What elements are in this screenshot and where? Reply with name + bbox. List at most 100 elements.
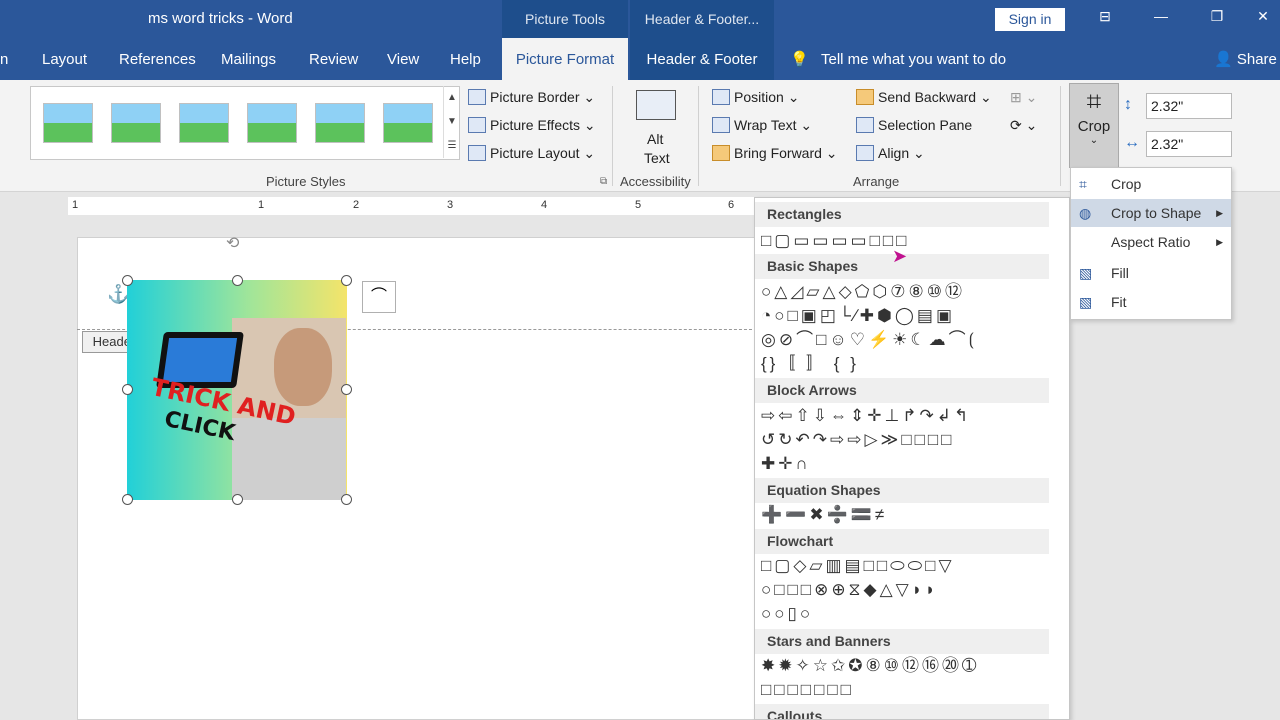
tab-mailings[interactable]: Mailings (221, 38, 276, 80)
shape-row-basic-1[interactable]: ○△◿▱△◇⬠⬡⑦⑧⑩⑫ (761, 281, 965, 303)
shape-row-flowchart-2[interactable]: ○□□□⊗⊕⧖◆△▽◗◗ (761, 579, 938, 601)
wrap-text-button[interactable]: Wrap Text ⌄ (712, 114, 812, 136)
horizontal-ruler[interactable]: 1 1 2 3 4 5 6 (68, 197, 758, 215)
shape-row-basic-3[interactable]: ◎⊘⌒□☺♡⚡☀☾☁⌒⟮ (761, 329, 977, 351)
menu-item-label: Crop to Shape (1111, 205, 1202, 221)
face (274, 328, 332, 406)
resize-handle[interactable] (341, 494, 352, 505)
tab-help[interactable]: Help (450, 38, 481, 80)
ribbon-tabs: n Layout References Mailings Review View… (0, 38, 1280, 80)
align-button[interactable]: Align ⌄ (856, 142, 925, 164)
picture-style-4[interactable] (247, 103, 297, 143)
shape-row-flowchart-3[interactable]: ○○▯○ (761, 603, 813, 625)
ruler-mark: 2 (353, 199, 360, 211)
gallery-up-icon[interactable]: ▲ (443, 86, 460, 110)
tab-insert-partial[interactable]: n (0, 38, 8, 80)
shape-row-flowchart-1[interactable]: □▢◇▱▥▤□□⬭⬭□▽ (761, 555, 955, 577)
shape-row-rectangles[interactable]: □▢▭▭▭▭□□□ (761, 230, 909, 252)
alt-text-label-2[interactable]: Text (644, 147, 670, 169)
group-label-arrange: Arrange (853, 174, 900, 189)
position-label: Position (734, 89, 784, 105)
rotate-icon[interactable]: ⟳ ⌄ (1010, 114, 1037, 136)
title-bar: ms word tricks - Word Picture Tools Head… (0, 0, 1280, 38)
picture-style-5[interactable] (315, 103, 365, 143)
shape-row-arrows-3[interactable]: ✚✛∩ (761, 453, 811, 475)
dialog-launcher-icon[interactable]: ⧉ (600, 176, 607, 187)
rotate-handle-icon[interactable]: ⟲ (226, 233, 239, 253)
picture-border-button[interactable]: Picture Border ⌄ (468, 86, 595, 108)
close-button[interactable]: ✕ (1250, 8, 1276, 25)
crop-button[interactable]: ⌗ Crop ⌄ (1069, 83, 1119, 168)
menu-item-aspect-ratio[interactable]: Aspect Ratio ▶ (1071, 228, 1231, 256)
lightbulb-icon: 💡 (790, 51, 809, 68)
shape-row-basic-4[interactable]: {}〚 〛 { } (761, 353, 859, 375)
layout-icon (468, 145, 486, 161)
share-button[interactable]: 👤 Share (1214, 38, 1277, 80)
position-icon (712, 89, 730, 105)
menu-item-crop-to-shape[interactable]: ◍ Crop to Shape ▶ (1071, 199, 1231, 227)
selection-pane-button[interactable]: Selection Pane (856, 114, 972, 136)
wrap-text-label: Wrap Text (734, 117, 797, 133)
picture-effects-button[interactable]: Picture Effects ⌄ (468, 114, 596, 136)
resize-handle[interactable] (122, 384, 133, 395)
selection-pane-label: Selection Pane (878, 117, 973, 133)
shape-row-equation[interactable]: ➕➖✖➗🟰≠ (761, 504, 887, 526)
picture-style-2[interactable] (111, 103, 161, 143)
resize-handle[interactable] (232, 275, 243, 286)
header-footer-context: Header & Footer... (630, 0, 774, 38)
tab-references[interactable]: References (119, 38, 196, 80)
selection-pane-icon (856, 117, 874, 133)
section-callouts: Callouts (755, 704, 1049, 719)
send-backward-icon (856, 89, 874, 105)
picture-style-6[interactable] (383, 103, 433, 143)
shape-row-arrows-1[interactable]: ⇨⇦⇧⇩⇔⇕✛⊥↱↷↲↰ (761, 405, 971, 427)
picture-layout-button[interactable]: Picture Layout ⌄ (468, 142, 595, 164)
tab-picture-format[interactable]: Picture Format (502, 38, 628, 80)
document-title: ms word tricks - Word (148, 10, 293, 27)
position-button[interactable]: Position ⌄ (712, 86, 799, 108)
shape-row-stars-2[interactable]: □□□□□□□ (761, 679, 854, 701)
resize-handle[interactable] (122, 494, 133, 505)
shape-row-basic-2[interactable]: ◔○□▣◰└∕✚⬢◯▤▣ (761, 305, 955, 327)
resize-handle[interactable] (122, 275, 133, 286)
height-icon: ↕ (1124, 96, 1132, 113)
menu-item-crop[interactable]: ⌗ Crop (1071, 170, 1231, 198)
group-icon[interactable]: ⊞ ⌄ (1010, 86, 1037, 108)
resize-handle[interactable] (341, 384, 352, 395)
resize-handle[interactable] (232, 494, 243, 505)
sign-in-button[interactable]: Sign in (995, 8, 1065, 31)
tab-header-footer[interactable]: Header & Footer (630, 38, 774, 80)
resize-handle[interactable] (341, 275, 352, 286)
ruler-mark: 6 (728, 199, 735, 211)
divider (1060, 86, 1061, 186)
shape-row-arrows-2[interactable]: ↺↻↶↷⇨⇨▷≫□□□□ (761, 429, 954, 451)
menu-item-label: Crop (1111, 176, 1142, 192)
send-backward-button[interactable]: Send Backward ⌄ (856, 86, 992, 108)
pen-icon (468, 89, 486, 105)
ruler-mark: 3 (447, 199, 454, 211)
menu-item-fit[interactable]: ▧ Fit (1071, 288, 1231, 316)
layout-options-icon[interactable]: ⌒ (362, 281, 396, 313)
tab-view[interactable]: View (387, 38, 419, 80)
tell-me-search[interactable]: Tell me what you want to do (821, 38, 1006, 80)
ruler-mark: 1 (72, 199, 79, 211)
tab-review[interactable]: Review (309, 38, 358, 80)
restore-button[interactable]: ❐ (1204, 8, 1230, 25)
ribbon-display-icon[interactable]: ⊟ (1092, 8, 1118, 25)
picture-style-1[interactable] (43, 103, 93, 143)
picture-effects-label: Picture Effects (490, 117, 581, 133)
gallery-more-icon[interactable]: ☰ (443, 134, 460, 158)
shape-row-stars-1[interactable]: ✸✹✧☆✩✪⑧⑩⑫⑯⑳➀ (761, 655, 979, 677)
gallery-down-icon[interactable]: ▼ (443, 110, 460, 134)
height-field[interactable]: 2.32" (1146, 93, 1232, 119)
wrap-text-icon (712, 117, 730, 133)
tab-layout[interactable]: Layout (42, 38, 87, 80)
width-field[interactable]: 2.32" (1146, 131, 1232, 157)
picture-style-3[interactable] (179, 103, 229, 143)
group-label-styles: Picture Styles (266, 174, 346, 189)
menu-item-fill[interactable]: ▧ Fill (1071, 259, 1231, 287)
minimize-button[interactable]: — (1148, 8, 1174, 24)
bring-forward-button[interactable]: Bring Forward ⌄ (712, 142, 838, 164)
person-icon: 👤 (1214, 51, 1233, 68)
fit-icon: ▧ (1079, 294, 1093, 310)
